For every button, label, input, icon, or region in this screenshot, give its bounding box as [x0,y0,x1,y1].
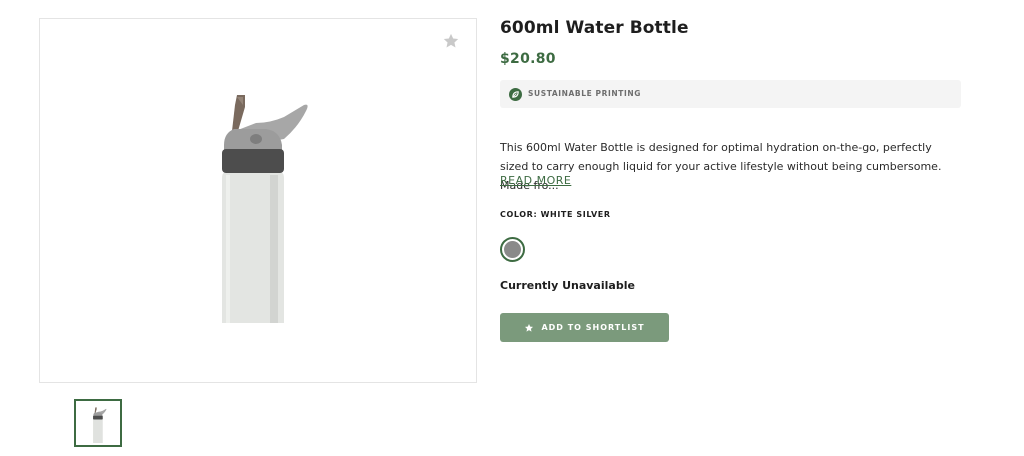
color-label: COLOR: WHITE SILVER [500,210,611,219]
leaf-icon [509,88,522,101]
star-icon[interactable] [442,32,460,50]
availability-status: Currently Unavailable [500,279,635,292]
read-more-link[interactable]: READ MORE [500,174,571,187]
swatch-fill [504,241,521,258]
product-image-frame [39,18,477,383]
sustainability-badge: SUSTAINABLE PRINTING [500,80,961,108]
product-image[interactable] [210,93,310,337]
product-thumbnail[interactable] [74,399,122,447]
star-icon [524,318,534,337]
product-price: $20.80 [500,51,556,67]
badge-label: SUSTAINABLE PRINTING [528,89,642,98]
shortlist-button-label: ADD TO SHORTLIST [541,323,645,332]
color-swatch-white-silver[interactable] [500,237,525,262]
product-title: 600ml Water Bottle [500,18,689,38]
add-to-shortlist-button[interactable]: ADD TO SHORTLIST [500,313,669,342]
